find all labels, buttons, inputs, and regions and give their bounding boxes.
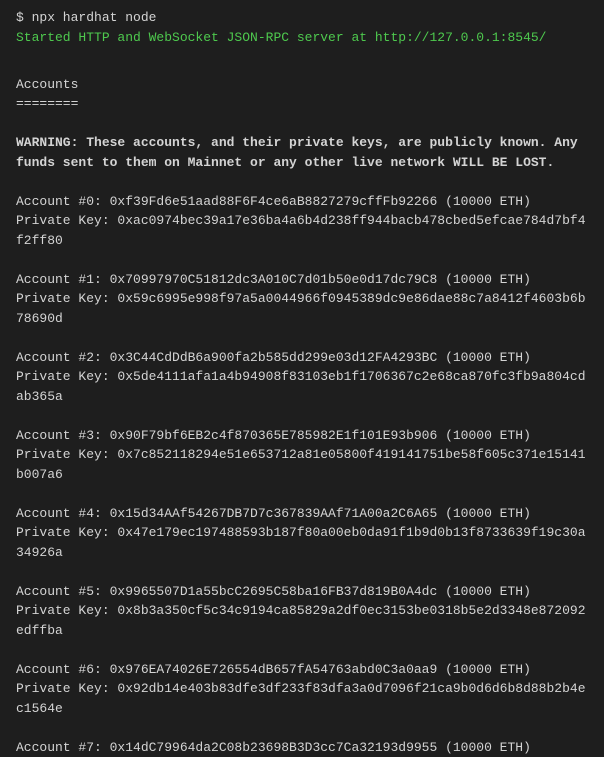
- account-address: Account #2: 0x3C44CdDdB6a900fa2b585dd299…: [16, 348, 588, 368]
- blank-line: [16, 114, 588, 134]
- account-private-key: Private Key: 0x47e179ec197488593b187f80a…: [16, 523, 588, 562]
- account-address: Account #7: 0x14dC79964da2C08b23698B3D3c…: [16, 738, 588, 757]
- blank-line: [16, 328, 588, 348]
- blank-line: [16, 640, 588, 660]
- account-private-key: Private Key: 0xac0974bec39a17e36ba4a6b4d…: [16, 211, 588, 250]
- account-private-key: Private Key: 0x8b3a350cf5c34c9194ca85829…: [16, 601, 588, 640]
- account-private-key: Private Key: 0x92db14e403b83dfe3df233f83…: [16, 679, 588, 718]
- account-address: Account #5: 0x9965507D1a55bcC2695C58ba16…: [16, 582, 588, 602]
- blank-line: [16, 718, 588, 738]
- account-private-key: Private Key: 0x5de4111afa1a4b94908f83103…: [16, 367, 588, 406]
- blank-line: [16, 250, 588, 270]
- command-prompt: $ npx hardhat node: [16, 8, 588, 28]
- account-private-key: Private Key: 0x7c852118294e51e653712a81e…: [16, 445, 588, 484]
- account-address: Account #4: 0x15d34AAf54267DB7D7c367839A…: [16, 504, 588, 524]
- warning-message: WARNING: These accounts, and their priva…: [16, 133, 588, 172]
- blank-line: [16, 172, 588, 192]
- server-started-message: Started HTTP and WebSocket JSON-RPC serv…: [16, 28, 588, 48]
- account-address: Account #0: 0xf39Fd6e51aad88F6F4ce6aB882…: [16, 192, 588, 212]
- blank-line: [16, 406, 588, 426]
- account-address: Account #3: 0x90F79bf6EB2c4f870365E78598…: [16, 426, 588, 446]
- blank-line: [16, 47, 588, 67]
- account-address: Account #6: 0x976EA74026E726554dB657fA54…: [16, 660, 588, 680]
- account-address: Account #1: 0x70997970C51812dc3A010C7d01…: [16, 270, 588, 290]
- account-private-key: Private Key: 0x59c6995e998f97a5a0044966f…: [16, 289, 588, 328]
- blank-line: [16, 484, 588, 504]
- accounts-list: Account #0: 0xf39Fd6e51aad88F6F4ce6aB882…: [16, 172, 588, 757]
- accounts-header: Accounts: [16, 75, 588, 95]
- blank-line: [16, 562, 588, 582]
- accounts-divider: ========: [16, 94, 588, 114]
